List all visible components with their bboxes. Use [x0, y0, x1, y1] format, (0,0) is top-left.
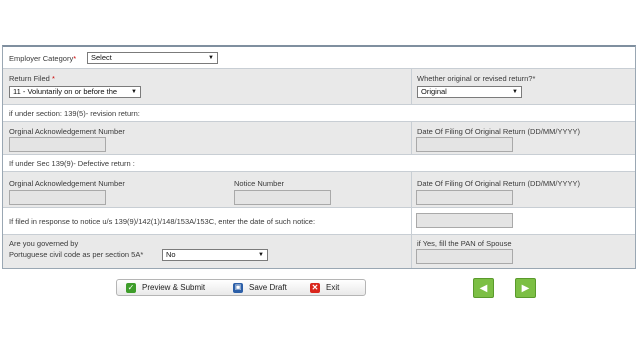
notice-date-row: If filed in response to notice u/s 139(9… — [3, 208, 635, 235]
return-details-form: Employer Category* Select ▼ Return Filed … — [2, 45, 636, 269]
section-139-5-heading-row: if under section: 139(5)- revision retur… — [3, 105, 635, 122]
chevron-down-icon: ▼ — [208, 55, 214, 61]
employer-category-select[interactable]: Select ▼ — [87, 52, 218, 64]
chevron-down-icon: ▼ — [258, 252, 264, 258]
original-revised-label: Whether original or revised return?* — [417, 74, 536, 83]
employer-category-row: Employer Category* Select ▼ — [3, 47, 635, 69]
section-139-9-ack-input[interactable] — [9, 190, 106, 205]
section-139-9-ack-label: Orginal Acknowledgement Number — [9, 179, 125, 188]
notice-number-input[interactable] — [234, 190, 331, 205]
column-divider — [411, 235, 412, 268]
check-icon: ✓ — [126, 282, 136, 293]
section-139-9-fields-row: Orginal Acknowledgement Number Notice Nu… — [3, 172, 635, 208]
floppy-disk-icon: ▣ — [233, 282, 243, 293]
column-divider — [411, 122, 412, 154]
section-139-9-heading: If under Sec 139(9)- Defective return : — [9, 159, 135, 168]
return-filed-select[interactable]: 11 - Voluntarily on or before the ▼ — [9, 86, 141, 98]
preview-submit-button[interactable]: ✓ Preview & Submit — [126, 280, 205, 295]
section-139-5-ack-input[interactable] — [9, 137, 106, 152]
employer-category-label: Employer Category* — [9, 54, 77, 63]
save-draft-label: Save Draft — [249, 283, 287, 292]
return-filed-row: Return Filed * 11 - Voluntarily on or be… — [3, 69, 635, 105]
column-divider — [411, 208, 412, 234]
portuguese-civil-code-row: Are you governed by Portuguese civil cod… — [3, 235, 635, 268]
chevron-down-icon: ▼ — [512, 89, 518, 95]
portuguese-label-line1: Are you governed by — [9, 239, 79, 248]
section-139-5-fields-row: Orginal Acknowledgement Number Date Of F… — [3, 122, 635, 155]
section-139-5-heading: if under section: 139(5)- revision retur… — [9, 109, 140, 118]
arrow-right-icon: ▶ — [521, 282, 530, 294]
next-page-button[interactable]: ▶ — [515, 278, 536, 298]
spouse-pan-input[interactable] — [416, 249, 513, 264]
previous-page-button[interactable]: ◀ — [473, 278, 494, 298]
portuguese-civil-code-select[interactable]: No ▼ — [162, 249, 268, 261]
arrow-left-icon: ◀ — [479, 282, 488, 294]
original-revised-select[interactable]: Original ▼ — [417, 86, 522, 98]
section-139-9-date-label: Date Of Filing Of Original Return (DD/MM… — [417, 179, 580, 188]
chevron-down-icon: ▼ — [131, 89, 137, 95]
column-divider — [411, 172, 412, 207]
preview-submit-label: Preview & Submit — [142, 283, 206, 292]
column-divider — [411, 69, 412, 104]
spouse-pan-label: if Yes, fill the PAN of Spouse — [417, 239, 512, 248]
section-139-9-heading-row: If under Sec 139(9)- Defective return : — [3, 155, 635, 172]
section-139-5-date-input[interactable] — [416, 137, 513, 152]
notice-date-label: If filed in response to notice u/s 139(9… — [9, 217, 316, 226]
section-139-5-date-label: Date Of Filing Of Original Return (DD/MM… — [417, 127, 580, 136]
notice-number-label: Notice Number — [234, 179, 285, 188]
action-button-bar: ✓ Preview & Submit ▣ Save Draft ✕ Exit — [116, 279, 366, 296]
x-icon: ✕ — [310, 282, 320, 293]
notice-date-input[interactable] — [416, 213, 513, 228]
portuguese-label-line2: Portuguese civil code as per section 5A* — [9, 250, 144, 259]
section-139-9-date-input[interactable] — [416, 190, 513, 205]
save-draft-button[interactable]: ▣ Save Draft — [233, 280, 287, 295]
exit-label: Exit — [326, 283, 340, 292]
return-filed-label: Return Filed * — [9, 74, 55, 83]
section-139-5-ack-label: Orginal Acknowledgement Number — [9, 127, 125, 136]
exit-button[interactable]: ✕ Exit — [310, 280, 339, 295]
